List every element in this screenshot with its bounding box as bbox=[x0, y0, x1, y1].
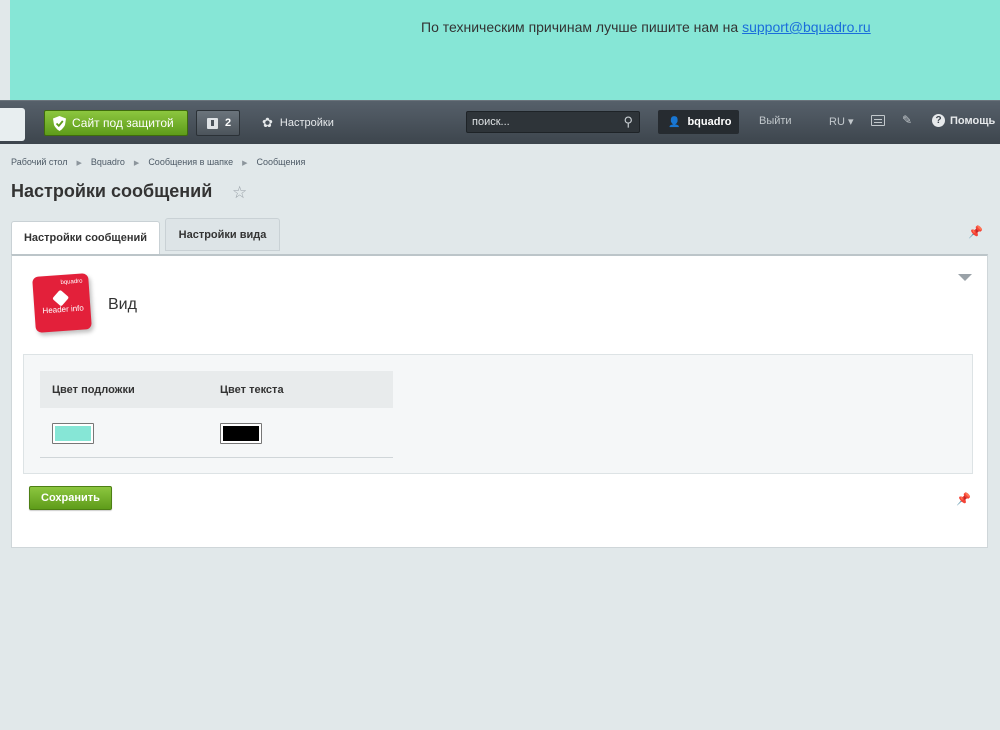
panel-left-tab[interactable] bbox=[0, 108, 25, 141]
module-logo: bquadro Header info bbox=[32, 273, 92, 333]
chevron-right-icon: ▶ bbox=[242, 160, 248, 167]
breadcrumb-item[interactable]: Сообщения bbox=[256, 157, 305, 167]
column-text-color: Цвет текста bbox=[220, 384, 284, 396]
support-email-link[interactable]: support@bquadro.ru bbox=[742, 19, 871, 35]
logo-brand: bquadro bbox=[60, 278, 83, 287]
site-protection-label: Сайт под защитой bbox=[72, 116, 174, 130]
background-color-picker[interactable] bbox=[52, 423, 94, 444]
search-input[interactable] bbox=[467, 112, 615, 132]
breadcrumb: Рабочий стол ▶ Bquadro ▶ Сообщения в шапке ▶ С… bbox=[11, 157, 305, 167]
tab-view-settings[interactable]: Настройки вида bbox=[165, 218, 280, 251]
content-panel: bquadro Header info Вид Цвет подложки Цв… bbox=[11, 254, 988, 548]
settings-label: Настройки bbox=[279, 117, 334, 129]
notice-message: По техническим причинам лучше пишите нам… bbox=[421, 19, 743, 35]
notification-icon bbox=[207, 117, 218, 129]
pin-icon[interactable]: 📌 bbox=[968, 225, 983, 239]
notice-banner: По техническим причинам лучше пишите нам… bbox=[10, 0, 1000, 100]
help-icon: ? bbox=[932, 114, 945, 127]
table-header: Цвет подложки Цвет текста bbox=[40, 371, 393, 408]
pin-icon[interactable]: 📌 bbox=[956, 492, 971, 506]
settings-link[interactable]: ✿ Настройки bbox=[262, 115, 334, 131]
notifications-count: 2 bbox=[225, 117, 232, 129]
username: bquadro bbox=[687, 116, 732, 128]
chevron-right-icon: ▶ bbox=[76, 160, 82, 167]
user-icon: 👤 bbox=[668, 116, 681, 128]
language-label: RU bbox=[829, 116, 845, 128]
text-color-picker[interactable] bbox=[220, 423, 262, 444]
section-title: Вид bbox=[108, 296, 137, 313]
page-title: Настройки сообщений bbox=[11, 181, 213, 201]
search-box: ⚲ bbox=[466, 111, 640, 133]
breadcrumb-item[interactable]: Bquadro bbox=[91, 157, 125, 167]
column-background-color: Цвет подложки bbox=[52, 384, 135, 396]
chevron-right-icon: ▶ bbox=[133, 160, 140, 167]
shield-icon bbox=[53, 115, 66, 131]
row-divider bbox=[40, 457, 393, 458]
settings-box: Цвет подложки Цвет текста bbox=[23, 354, 973, 474]
search-icon[interactable]: ⚲ bbox=[623, 114, 633, 130]
favorite-star-icon[interactable]: ☆ bbox=[232, 183, 247, 203]
background-color-swatch bbox=[55, 426, 91, 441]
site-protection-button[interactable]: Сайт под защитой bbox=[44, 110, 188, 136]
user-button[interactable]: 👤 bquadro bbox=[658, 110, 739, 134]
logo-text: Header info bbox=[42, 303, 85, 316]
breadcrumb-item[interactable]: Рабочий стол bbox=[11, 157, 68, 167]
help-link[interactable]: ? Помощь bbox=[932, 114, 995, 127]
help-label: Помощь bbox=[950, 114, 996, 127]
notifications-button[interactable]: 2 bbox=[196, 110, 240, 136]
gear-icon: ✿ bbox=[262, 115, 273, 130]
tab-message-settings[interactable]: Настройки сообщений bbox=[11, 221, 160, 254]
text-color-swatch bbox=[223, 426, 259, 441]
collapse-arrow-icon[interactable] bbox=[958, 274, 972, 281]
admin-panel: Сайт под защитой 2 ✿ Настройки ⚲ 👤 bquad… bbox=[0, 100, 1000, 144]
chevron-down-icon: ▾ bbox=[844, 116, 854, 128]
notice-text: По техническим причинам лучше пишите нам… bbox=[421, 19, 871, 35]
save-button[interactable]: Сохранить bbox=[29, 486, 112, 510]
pin-icon[interactable]: ✎ bbox=[902, 113, 912, 127]
breadcrumb-item[interactable]: Сообщения в шапке bbox=[148, 157, 233, 167]
language-selector[interactable]: RU ▾ bbox=[829, 115, 853, 128]
logout-link[interactable]: Выйти bbox=[759, 115, 792, 127]
keyboard-icon[interactable] bbox=[871, 115, 885, 126]
